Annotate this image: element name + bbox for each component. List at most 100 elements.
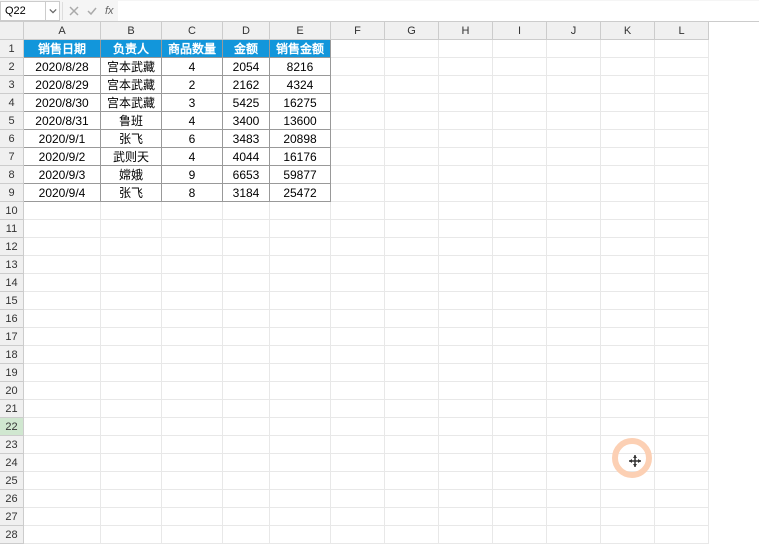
name-box[interactable]: Q22 xyxy=(0,1,46,21)
cell-J16[interactable] xyxy=(547,310,601,328)
cell-F15[interactable] xyxy=(331,292,385,310)
cell-I5[interactable] xyxy=(493,112,547,130)
row-header-1[interactable]: 1 xyxy=(0,40,24,58)
cell-J22[interactable] xyxy=(547,418,601,436)
cell-E27[interactable] xyxy=(270,508,331,526)
cell-L17[interactable] xyxy=(655,328,709,346)
cell-L4[interactable] xyxy=(655,94,709,112)
cell-G28[interactable] xyxy=(385,526,439,544)
cell-A19[interactable] xyxy=(24,364,101,382)
row-header-2[interactable]: 2 xyxy=(0,58,24,76)
cell-A10[interactable] xyxy=(24,202,101,220)
cell-D20[interactable] xyxy=(223,382,270,400)
cell-A5[interactable]: 2020/8/31 xyxy=(24,112,101,130)
cell-I22[interactable] xyxy=(493,418,547,436)
row-header-4[interactable]: 4 xyxy=(0,94,24,112)
cell-D18[interactable] xyxy=(223,346,270,364)
cell-J12[interactable] xyxy=(547,238,601,256)
cell-K15[interactable] xyxy=(601,292,655,310)
cell-G1[interactable] xyxy=(385,40,439,58)
cell-A4[interactable]: 2020/8/30 xyxy=(24,94,101,112)
cell-F8[interactable] xyxy=(331,166,385,184)
cell-A18[interactable] xyxy=(24,346,101,364)
cell-J24[interactable] xyxy=(547,454,601,472)
cell-E1[interactable]: 销售金额 xyxy=(270,40,331,58)
cell-L11[interactable] xyxy=(655,220,709,238)
cell-C5[interactable]: 4 xyxy=(162,112,223,130)
cell-E12[interactable] xyxy=(270,238,331,256)
column-header-B[interactable]: B xyxy=(101,22,162,40)
cell-C23[interactable] xyxy=(162,436,223,454)
cell-K23[interactable] xyxy=(601,436,655,454)
cell-D3[interactable]: 2162 xyxy=(223,76,270,94)
cell-C21[interactable] xyxy=(162,400,223,418)
cell-F26[interactable] xyxy=(331,490,385,508)
cell-J4[interactable] xyxy=(547,94,601,112)
cell-A8[interactable]: 2020/9/3 xyxy=(24,166,101,184)
cell-B22[interactable] xyxy=(101,418,162,436)
cell-F22[interactable] xyxy=(331,418,385,436)
cell-B7[interactable]: 武则天 xyxy=(101,148,162,166)
cell-I4[interactable] xyxy=(493,94,547,112)
cell-K14[interactable] xyxy=(601,274,655,292)
cell-E13[interactable] xyxy=(270,256,331,274)
row-header-13[interactable]: 13 xyxy=(0,256,24,274)
cell-H7[interactable] xyxy=(439,148,493,166)
cell-A23[interactable] xyxy=(24,436,101,454)
cell-C19[interactable] xyxy=(162,364,223,382)
row-header-3[interactable]: 3 xyxy=(0,76,24,94)
cell-L28[interactable] xyxy=(655,526,709,544)
cell-L10[interactable] xyxy=(655,202,709,220)
cell-A1[interactable]: 销售日期 xyxy=(24,40,101,58)
cell-K2[interactable] xyxy=(601,58,655,76)
cell-F7[interactable] xyxy=(331,148,385,166)
cell-G3[interactable] xyxy=(385,76,439,94)
cell-L25[interactable] xyxy=(655,472,709,490)
cell-F3[interactable] xyxy=(331,76,385,94)
row-header-10[interactable]: 10 xyxy=(0,202,24,220)
cell-C10[interactable] xyxy=(162,202,223,220)
cell-E21[interactable] xyxy=(270,400,331,418)
row-header-14[interactable]: 14 xyxy=(0,274,24,292)
cell-E23[interactable] xyxy=(270,436,331,454)
cell-L18[interactable] xyxy=(655,346,709,364)
cell-D6[interactable]: 3483 xyxy=(223,130,270,148)
cell-B14[interactable] xyxy=(101,274,162,292)
cell-C26[interactable] xyxy=(162,490,223,508)
cell-J10[interactable] xyxy=(547,202,601,220)
cell-H23[interactable] xyxy=(439,436,493,454)
cell-A9[interactable]: 2020/9/4 xyxy=(24,184,101,202)
cell-H19[interactable] xyxy=(439,364,493,382)
cell-D23[interactable] xyxy=(223,436,270,454)
cell-B27[interactable] xyxy=(101,508,162,526)
cell-I28[interactable] xyxy=(493,526,547,544)
cell-H12[interactable] xyxy=(439,238,493,256)
row-header-16[interactable]: 16 xyxy=(0,310,24,328)
cell-G16[interactable] xyxy=(385,310,439,328)
cell-K27[interactable] xyxy=(601,508,655,526)
cell-A17[interactable] xyxy=(24,328,101,346)
cell-I27[interactable] xyxy=(493,508,547,526)
cell-I14[interactable] xyxy=(493,274,547,292)
cell-G23[interactable] xyxy=(385,436,439,454)
cell-F20[interactable] xyxy=(331,382,385,400)
cell-J27[interactable] xyxy=(547,508,601,526)
cell-C16[interactable] xyxy=(162,310,223,328)
cell-D27[interactable] xyxy=(223,508,270,526)
cell-E4[interactable]: 16275 xyxy=(270,94,331,112)
cell-I21[interactable] xyxy=(493,400,547,418)
cell-K19[interactable] xyxy=(601,364,655,382)
cell-G21[interactable] xyxy=(385,400,439,418)
cell-L27[interactable] xyxy=(655,508,709,526)
cell-C1[interactable]: 商品数量 xyxy=(162,40,223,58)
row-header-21[interactable]: 21 xyxy=(0,400,24,418)
cell-F19[interactable] xyxy=(331,364,385,382)
cell-I7[interactable] xyxy=(493,148,547,166)
select-all-corner[interactable] xyxy=(0,22,24,40)
cell-E16[interactable] xyxy=(270,310,331,328)
cell-G20[interactable] xyxy=(385,382,439,400)
fx-icon[interactable]: fx xyxy=(101,5,118,17)
cell-H18[interactable] xyxy=(439,346,493,364)
cell-A25[interactable] xyxy=(24,472,101,490)
cell-E5[interactable]: 13600 xyxy=(270,112,331,130)
